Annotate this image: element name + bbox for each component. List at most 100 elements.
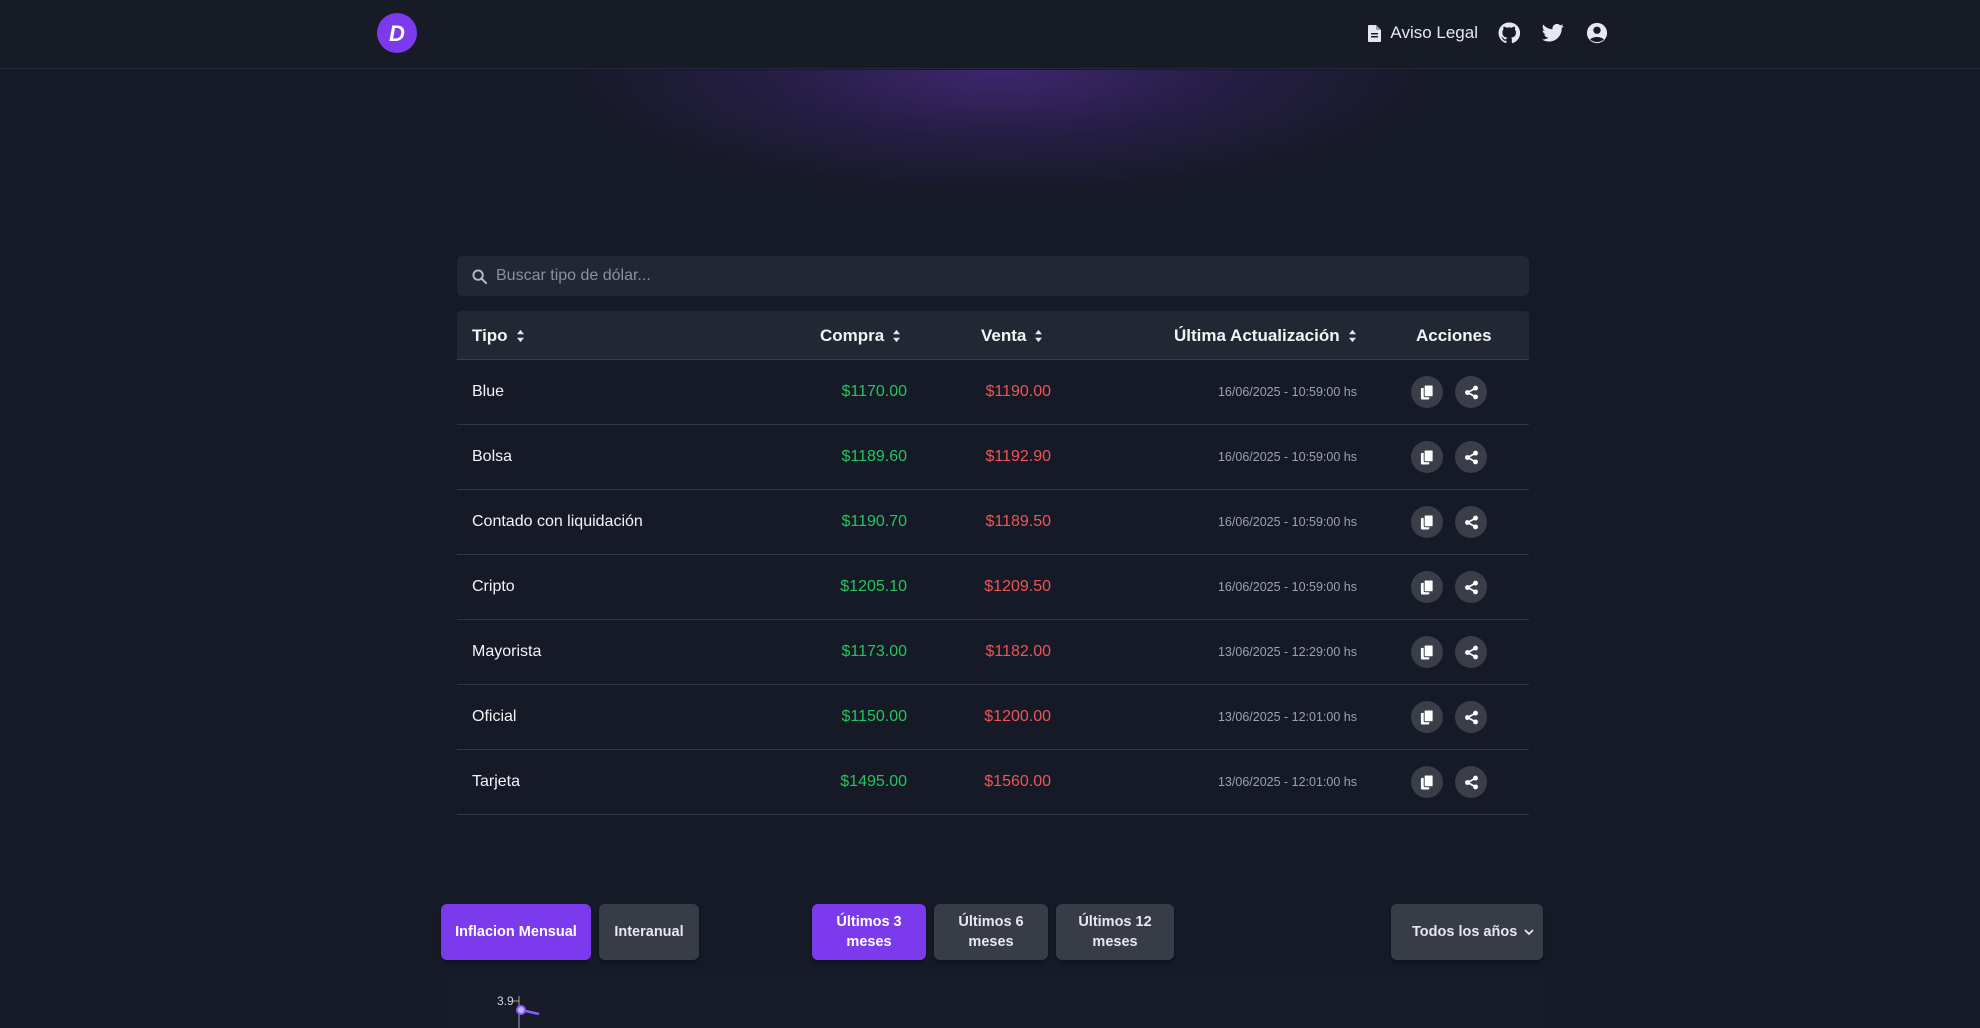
search-bar — [457, 256, 1529, 296]
cell-compra: $1189.60 — [841, 448, 907, 465]
user-circle-icon — [1586, 22, 1608, 44]
header-compra[interactable]: Compra — [820, 311, 901, 360]
cell-fecha: 13/06/2025 - 12:01:00 hs — [1217, 710, 1357, 724]
cell-acciones — [1411, 685, 1487, 749]
header-tipo-label: Tipo — [472, 325, 508, 345]
chevron-down-icon — [1524, 928, 1534, 935]
cell-venta: $1209.50 — [984, 578, 1051, 595]
aviso-legal-label: Aviso Legal — [1390, 23, 1478, 42]
twitter-link[interactable] — [1540, 20, 1566, 46]
share-button[interactable] — [1455, 701, 1487, 733]
copy-icon — [1420, 579, 1434, 595]
logo-letter: D — [389, 21, 405, 46]
share-icon — [1464, 515, 1478, 529]
cell-venta: $1182.00 — [985, 643, 1051, 660]
cell-compra: $1190.70 — [841, 513, 907, 530]
cell-venta: $1190.00 — [985, 383, 1051, 400]
header-acciones-label: Acciones — [1416, 325, 1492, 345]
year-select[interactable]: Todos los años — [1391, 904, 1543, 960]
copy-button[interactable] — [1411, 766, 1443, 798]
cell-venta: $1560.00 — [984, 773, 1051, 790]
cell-tipo: Bolsa — [472, 448, 513, 465]
logo[interactable]: D — [377, 13, 417, 53]
copy-icon — [1420, 774, 1434, 790]
cell-tipo: Cripto — [472, 578, 515, 595]
share-button[interactable] — [1455, 571, 1487, 603]
header-compra-label: Compra — [820, 325, 885, 345]
copy-button[interactable] — [1411, 441, 1443, 473]
copy-button[interactable] — [1411, 701, 1443, 733]
aviso-legal-link[interactable]: Aviso Legal — [1368, 23, 1478, 43]
header-actualizacion-label: Última Actualización — [1174, 325, 1340, 345]
table-row: Bolsa $1189.60 $1192.90 16/06/2025 - 10:… — [457, 425, 1529, 490]
header-tipo[interactable]: Tipo — [472, 311, 525, 360]
cell-fecha: 16/06/2025 - 10:59:00 hs — [1217, 450, 1357, 464]
cell-acciones — [1411, 750, 1487, 814]
table-row: Mayorista $1173.00 $1182.00 13/06/2025 -… — [457, 620, 1529, 685]
table-row: Cripto $1205.10 $1209.50 16/06/2025 - 10… — [457, 555, 1529, 620]
table-row: Blue $1170.00 $1190.00 16/06/2025 - 10:5… — [457, 360, 1529, 425]
table-header: Tipo Compra Venta Última Actualización A… — [457, 311, 1529, 360]
cell-tipo: Contado con liquidación — [472, 513, 643, 530]
share-button[interactable] — [1455, 441, 1487, 473]
sort-icon — [1348, 329, 1356, 342]
share-icon — [1464, 645, 1478, 659]
cell-compra: $1150.00 — [841, 708, 907, 725]
dollar-table: Tipo Compra Venta Última Actualización A… — [457, 311, 1529, 815]
mode-button-interanual[interactable]: Interanual — [599, 904, 699, 960]
copy-button[interactable] — [1411, 506, 1443, 538]
range-button-12-meses[interactable]: Últimos 12 meses — [1056, 904, 1174, 960]
mode-button-mensual[interactable]: Inflacion Mensual — [441, 904, 591, 960]
share-button[interactable] — [1455, 766, 1487, 798]
chart-canvas — [513, 996, 540, 1028]
table-row: Oficial $1150.00 $1200.00 13/06/2025 - 1… — [457, 685, 1529, 750]
copy-button[interactable] — [1411, 376, 1443, 408]
cell-fecha: 16/06/2025 - 10:59:00 hs — [1217, 580, 1357, 594]
twitter-icon — [1542, 23, 1564, 42]
cell-acciones — [1411, 555, 1487, 619]
share-button[interactable] — [1455, 636, 1487, 668]
logo-d-icon: D — [389, 21, 405, 46]
table-row: Tarjeta $1495.00 $1560.00 13/06/2025 - 1… — [457, 750, 1529, 815]
table-body: Blue $1170.00 $1190.00 16/06/2025 - 10:5… — [457, 360, 1529, 815]
user-account-link[interactable] — [1584, 20, 1610, 46]
share-icon — [1464, 710, 1478, 724]
cell-acciones — [1411, 490, 1487, 554]
top-navbar: D Aviso Legal — [0, 0, 1980, 69]
cell-fecha: 16/06/2025 - 10:59:00 hs — [1217, 515, 1357, 529]
share-icon — [1464, 580, 1478, 594]
share-button[interactable] — [1455, 376, 1487, 408]
cell-tipo: Blue — [472, 383, 505, 400]
header-venta[interactable]: Venta — [981, 311, 1043, 360]
cell-venta: $1189.50 — [985, 513, 1051, 530]
table-row: Contado con liquidación $1190.70 $1189.5… — [457, 490, 1529, 555]
cell-venta: $1200.00 — [984, 708, 1051, 725]
search-icon — [472, 268, 487, 284]
cell-compra: $1495.00 — [840, 773, 907, 790]
cell-tipo: Mayorista — [472, 643, 542, 660]
cell-fecha: 16/06/2025 - 10:59:00 hs — [1217, 385, 1357, 399]
copy-icon — [1420, 644, 1434, 660]
search-input[interactable] — [496, 267, 1529, 285]
share-icon — [1464, 450, 1478, 464]
share-icon — [1464, 385, 1478, 399]
hero-glow — [580, 70, 1420, 190]
copy-button[interactable] — [1411, 571, 1443, 603]
cell-compra: $1173.00 — [841, 643, 907, 660]
sort-icon — [893, 329, 901, 342]
nav-links: Aviso Legal — [1368, 20, 1610, 46]
cell-acciones — [1411, 360, 1487, 424]
header-actualizacion[interactable]: Última Actualización — [1174, 311, 1357, 360]
share-button[interactable] — [1455, 506, 1487, 538]
share-icon — [1464, 775, 1478, 789]
github-link[interactable] — [1496, 20, 1522, 46]
cell-compra: $1205.10 — [840, 578, 907, 595]
document-icon — [1368, 24, 1382, 42]
copy-button[interactable] — [1411, 636, 1443, 668]
cell-acciones — [1411, 425, 1487, 489]
range-button-3-meses[interactable]: Últimos 3 meses — [812, 904, 926, 960]
range-button-6-meses[interactable]: Últimos 6 meses — [934, 904, 1048, 960]
cell-venta: $1192.90 — [985, 448, 1051, 465]
header-acciones: Acciones — [1416, 311, 1492, 360]
cell-tipo: Oficial — [472, 708, 517, 725]
